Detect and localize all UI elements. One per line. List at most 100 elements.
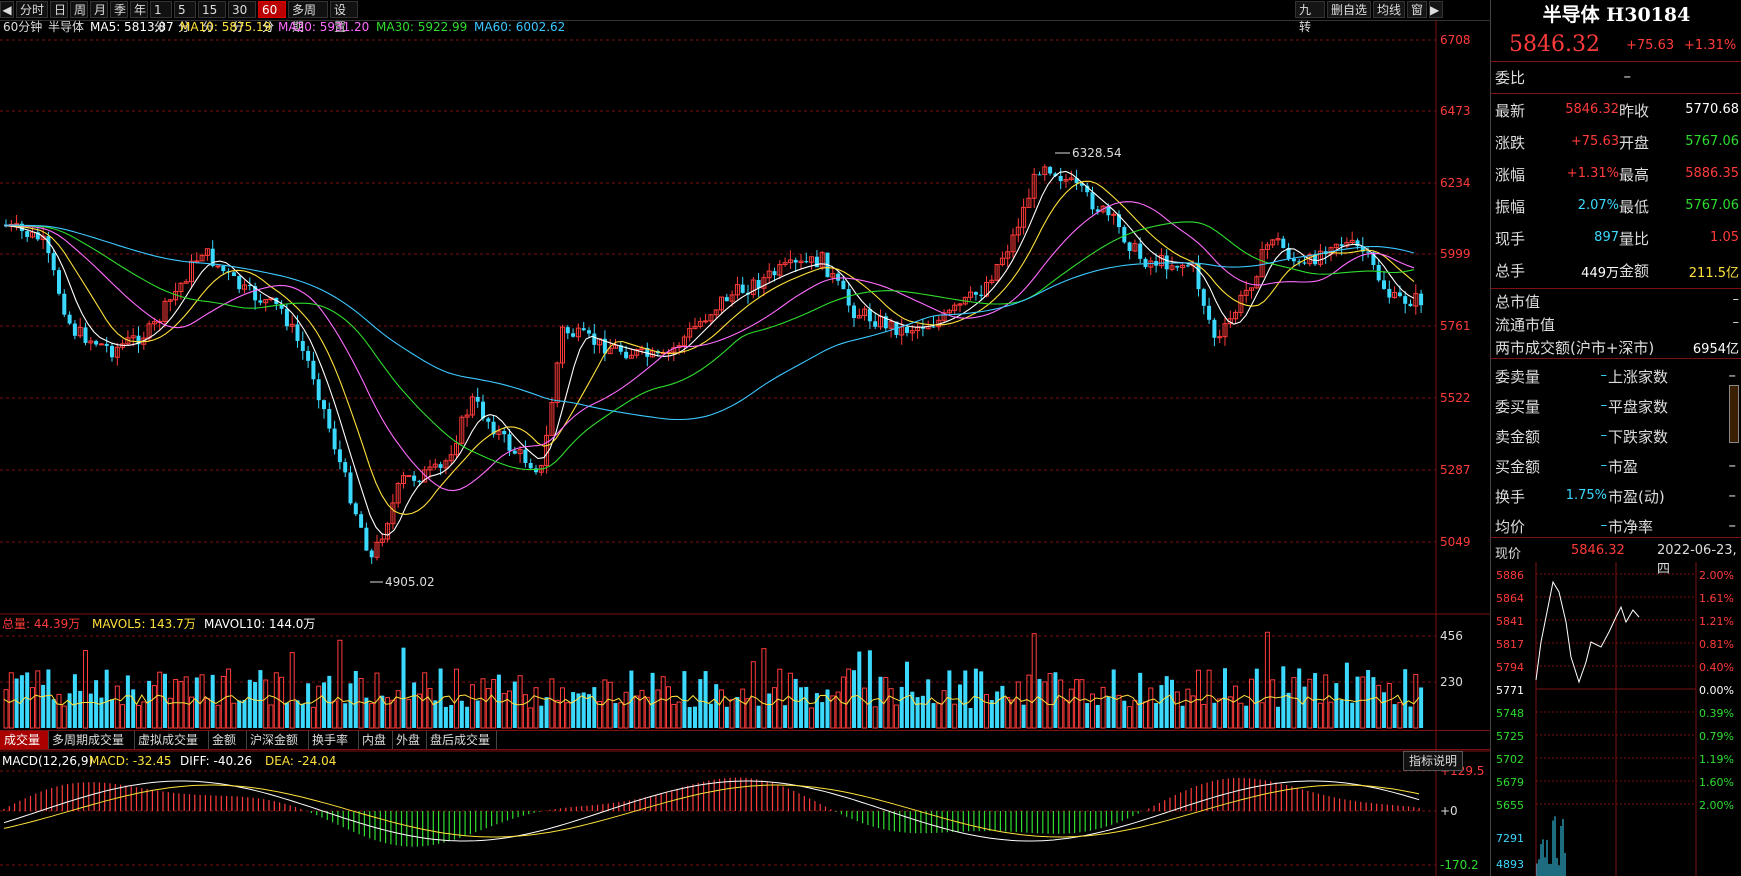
stat-row: 卖金额–下跌家数– bbox=[1491, 420, 1741, 452]
candle bbox=[1339, 244, 1344, 247]
volume-bar bbox=[1403, 669, 1408, 728]
quote-value: 5886.35 bbox=[1685, 166, 1739, 181]
volume-bar bbox=[147, 680, 152, 728]
volume-bar bbox=[114, 685, 120, 729]
quote-value: 5846.32 bbox=[1565, 102, 1619, 117]
tab-2[interactable]: 周 bbox=[70, 1, 88, 18]
volume-bar bbox=[332, 700, 338, 729]
tab-12[interactable]: 设置 bbox=[330, 1, 358, 34]
subtab-6[interactable]: 内盘 bbox=[358, 731, 393, 749]
candle bbox=[587, 330, 591, 334]
mavol5-legend: MAVOL5: 143.7万 bbox=[92, 617, 196, 631]
mini-left-tick: 5655 bbox=[1496, 799, 1524, 812]
volume-bar bbox=[501, 693, 507, 729]
quote-label: 昨收 bbox=[1619, 102, 1650, 120]
subtab-8[interactable]: 盘后成交量 bbox=[426, 731, 497, 749]
volume-bar bbox=[893, 704, 899, 729]
indicator-explain-button[interactable]: 指标说明 bbox=[1403, 751, 1464, 771]
volume-bar bbox=[888, 688, 894, 729]
volume-bar bbox=[215, 704, 221, 729]
subtab-0[interactable]: 成交量 bbox=[0, 731, 49, 749]
candle bbox=[417, 480, 422, 483]
candle bbox=[475, 396, 480, 402]
candle bbox=[295, 324, 300, 341]
tab-9[interactable]: 30分 bbox=[228, 1, 256, 34]
quote-panel: 半导体 H30184 5846.32 +75.63 +1.31% 委比 – 最新… bbox=[1490, 0, 1741, 876]
volume-bar bbox=[634, 695, 640, 729]
volume-bar bbox=[51, 699, 56, 728]
volume-bar bbox=[35, 670, 41, 729]
subtab-5[interactable]: 换手率 bbox=[308, 731, 359, 749]
volume-bar bbox=[735, 696, 740, 728]
tab-0[interactable]: 分时 bbox=[16, 1, 48, 18]
tab-10[interactable]: 60分 bbox=[258, 1, 286, 34]
panel-scrollbar[interactable] bbox=[1729, 385, 1739, 443]
subtab-3[interactable]: 金额 bbox=[208, 731, 247, 749]
next-arrow-icon[interactable]: ▶ bbox=[1429, 1, 1443, 18]
quote-label: 量比 bbox=[1619, 230, 1650, 248]
tab-1[interactable]: 日 bbox=[50, 1, 68, 18]
quote-label: 金额 bbox=[1619, 262, 1650, 280]
mini-left-tick: 5794 bbox=[1496, 661, 1524, 674]
volume-bar bbox=[687, 707, 692, 728]
toolbar-right-2[interactable]: 均线 bbox=[1373, 1, 1405, 18]
stat-value: – bbox=[1600, 368, 1608, 383]
subtab-2[interactable]: 虚拟成交量 bbox=[134, 731, 209, 749]
stat-value: 1.75% bbox=[1565, 488, 1607, 503]
volume-bar bbox=[1254, 668, 1259, 728]
quote-value: +75.63 bbox=[1570, 134, 1619, 149]
volume-bar bbox=[1302, 686, 1307, 728]
tab-8[interactable]: 15分 bbox=[198, 1, 226, 34]
tab-4[interactable]: 季 bbox=[110, 1, 128, 18]
candle bbox=[364, 527, 369, 551]
volume-bar bbox=[671, 703, 677, 729]
mini-intraday-chart[interactable]: 5886 2.00% 5864 1.61% 5841 1.21% 5817 0.81% 5794… bbox=[1491, 562, 1741, 876]
volume-bar bbox=[698, 679, 703, 728]
candle bbox=[1408, 303, 1413, 307]
stat-value: – bbox=[1728, 486, 1737, 504]
candle bbox=[327, 409, 332, 429]
volume-bar bbox=[1095, 704, 1100, 728]
volume-bar bbox=[327, 675, 332, 728]
quote-label: 涨跌 bbox=[1495, 134, 1526, 152]
candle bbox=[1397, 292, 1402, 297]
mini-price: 5846.32 bbox=[1571, 543, 1625, 558]
candle bbox=[104, 343, 109, 346]
candle bbox=[1403, 296, 1408, 304]
volume-bar bbox=[1206, 669, 1212, 729]
period-label: 60分钟 bbox=[3, 20, 42, 34]
tab-3[interactable]: 月 bbox=[90, 1, 108, 18]
candle bbox=[322, 400, 326, 410]
tab-6[interactable]: 1分 bbox=[150, 1, 172, 34]
tab-5[interactable]: 年 bbox=[130, 1, 148, 18]
stat-value: – bbox=[1600, 428, 1608, 443]
volume-bar bbox=[395, 690, 401, 729]
candle bbox=[1376, 264, 1381, 281]
volume-bar bbox=[1376, 684, 1382, 729]
toolbar-right-0[interactable]: 九转 bbox=[1295, 1, 1325, 34]
prev-arrow-icon[interactable]: ◀ bbox=[0, 1, 14, 18]
volume-bar bbox=[1074, 679, 1080, 729]
ma60-legend: MA60: 6002.62 bbox=[474, 20, 565, 34]
candle bbox=[237, 276, 242, 290]
volume-bar bbox=[1355, 676, 1360, 728]
volume-bar bbox=[666, 686, 671, 729]
toolbar-right-1[interactable]: 删自选 bbox=[1327, 1, 1371, 18]
volume-bar bbox=[390, 699, 396, 729]
quote-price: 5846.32 bbox=[1509, 32, 1600, 57]
volume-bar bbox=[1371, 677, 1376, 728]
volume-bar bbox=[539, 705, 544, 728]
cap-value: – bbox=[1732, 315, 1740, 330]
volume-bar bbox=[194, 677, 199, 728]
subtab-1[interactable]: 多周期成交量 bbox=[48, 731, 135, 749]
tab-7[interactable]: 5分 bbox=[174, 1, 196, 34]
subtab-4[interactable]: 沪深金额 bbox=[246, 731, 309, 749]
tab-11[interactable]: 多周期 bbox=[288, 1, 328, 34]
volume-bar bbox=[613, 703, 618, 728]
ma20-line bbox=[3, 201, 1415, 492]
toolbar-right-3[interactable]: 窗 bbox=[1407, 1, 1427, 18]
subtab-7[interactable]: 外盘 bbox=[392, 731, 427, 749]
candle bbox=[306, 350, 311, 361]
volume-bar bbox=[676, 701, 682, 729]
candle bbox=[300, 340, 305, 351]
